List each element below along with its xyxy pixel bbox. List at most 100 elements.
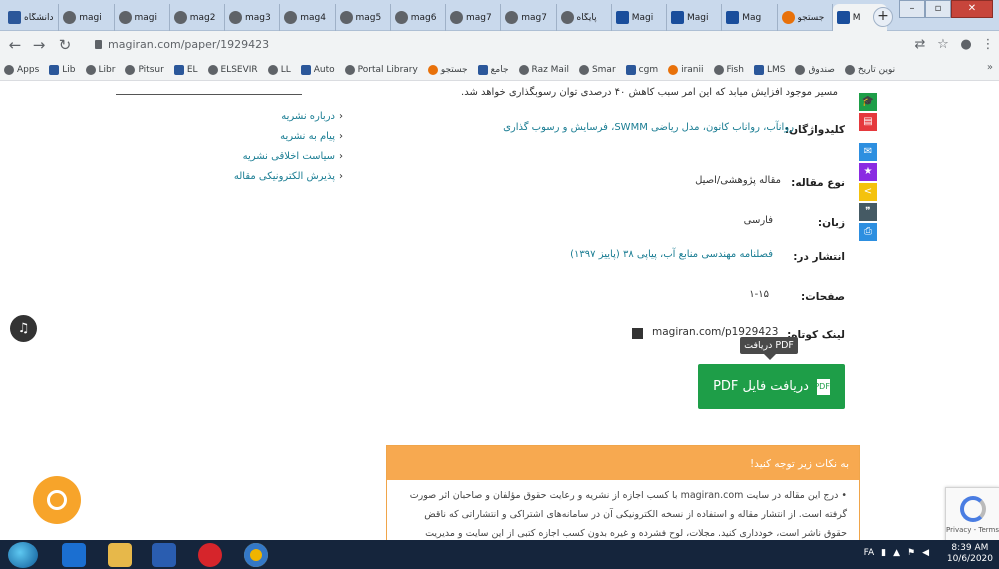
new-tab-button[interactable]: +	[873, 7, 893, 27]
browser-tab[interactable]: mag2	[170, 4, 225, 31]
bookmark-item[interactable]: جستجو	[427, 65, 468, 75]
bookmark-item[interactable]: Smar	[578, 65, 616, 75]
minimize-button[interactable]: –	[899, 0, 925, 18]
maximize-button[interactable]: ▫	[925, 0, 951, 18]
keywords-value[interactable]: روانآب، رواناب کانون، مدل ریاضی SWMM، فر…	[503, 122, 794, 133]
published-in-value[interactable]: فصلنامه مهندسی منابع آب، پیاپی ۳۸ (پاییز…	[570, 249, 773, 260]
recaptcha-text[interactable]: Privacy - Terms	[946, 526, 999, 534]
globe-icon	[560, 11, 574, 24]
print-icon[interactable]: ⎙	[859, 223, 877, 241]
browser-tab[interactable]: جستجو	[778, 4, 833, 31]
browser-tab[interactable]: mag5	[336, 4, 391, 31]
browser-tab[interactable]: پایگاه	[557, 4, 612, 31]
sidebar-link-e-submission[interactable]: ‹ پذیرش الکترونیکی مقاله	[234, 171, 343, 182]
bookmark-item[interactable]: iranii	[668, 65, 704, 75]
back-button[interactable]: ←	[6, 36, 24, 54]
sidebar-link-ethics[interactable]: ‹ سیاست اخلاقی نشریه	[243, 151, 343, 162]
sidebar-link-message-journal[interactable]: ‹ پیام به نشریه	[280, 131, 343, 142]
browser-tab[interactable]: دانشگاه	[4, 4, 60, 31]
tab-title: Magi	[687, 12, 709, 23]
bookmark-item[interactable]: cgm	[625, 65, 658, 75]
sidebar-link-label: پیام به نشریه	[280, 131, 335, 142]
download-pdf-button[interactable]: PDF دریافت فایل PDF	[698, 364, 845, 409]
address-bar[interactable]: magiran.com/paper/1929423	[90, 35, 910, 56]
internet-explorer-icon[interactable]	[62, 543, 86, 567]
share-icon[interactable]: <	[859, 183, 877, 201]
bookmark-item[interactable]: LL	[267, 65, 291, 75]
browser-tab[interactable]: mag4	[280, 4, 336, 31]
close-window-button[interactable]: ✕	[951, 0, 993, 18]
flag-icon[interactable]: ⚑	[907, 548, 915, 558]
browser-tab[interactable]: Magi	[612, 4, 667, 31]
star-icon[interactable]: ★	[859, 163, 877, 181]
browser-tab[interactable]: Magi	[667, 4, 723, 31]
start-button[interactable]	[8, 542, 38, 568]
headphones-icon[interactable]: ♫	[10, 315, 37, 342]
apps-grid-icon	[4, 65, 14, 75]
bookmark-item[interactable]: ELSEVIR	[207, 65, 258, 75]
copy-icon[interactable]	[632, 328, 643, 339]
browser-tab[interactable]: mag7	[446, 4, 502, 31]
chat-widget-button[interactable]	[33, 476, 81, 524]
recaptcha-badge[interactable]: Privacy - Terms	[945, 487, 999, 540]
globe-icon	[505, 11, 519, 24]
bookmark-star-icon[interactable]: ☆	[935, 37, 951, 53]
pdf-tooltip: دریافت PDF	[740, 337, 798, 360]
bookmark-item[interactable]: صندوق	[795, 65, 835, 75]
bookmark-item[interactable]: Libr	[85, 65, 116, 75]
forward-button[interactable]: →	[30, 36, 48, 54]
graduation-cap-icon[interactable]: 🎓	[859, 93, 877, 111]
mail-icon[interactable]: ✉	[859, 143, 877, 161]
tab-title: mag4	[300, 12, 326, 23]
bookmark-item[interactable]: LMS	[753, 65, 785, 75]
bookmark-item[interactable]: Apps	[4, 65, 39, 75]
browser-tab[interactable]: mag6	[391, 4, 446, 31]
bookmark-item[interactable]: Auto	[300, 65, 335, 75]
tab-title: mag6	[410, 12, 437, 23]
bookmark-item[interactable]: Portal Library	[344, 65, 418, 75]
chrome-icon[interactable]	[244, 543, 268, 567]
browser-tab[interactable]: magi	[115, 4, 170, 31]
doc-icon	[615, 11, 629, 24]
browser-tab[interactable]: magi	[59, 4, 115, 31]
tab-title: magi	[134, 12, 158, 23]
article-type-label: نوع مقاله:	[791, 177, 845, 189]
bookmarks-more-button[interactable]: »	[987, 62, 993, 73]
browser-tab[interactable]: mag3	[225, 4, 281, 31]
bookmark-item[interactable]: EL	[173, 65, 198, 75]
pdf-file-icon[interactable]: ▤	[859, 113, 877, 131]
tab-title: magi	[79, 12, 102, 23]
browser-tab[interactable]: mag7	[501, 4, 557, 31]
bookmark-favicon-icon	[844, 65, 855, 75]
clock[interactable]: 8:39 AM 10/6/2020	[947, 543, 993, 565]
bookmark-item[interactable]: نوين تاريخ	[844, 65, 895, 75]
bookmark-favicon-icon	[427, 65, 438, 75]
browser-tab[interactable]: Mag	[722, 4, 778, 31]
quote-icon[interactable]: ❞	[859, 203, 877, 221]
file-explorer-icon[interactable]	[108, 543, 132, 567]
sidebar-link-about-journal[interactable]: ‹ درباره نشریه	[281, 111, 343, 122]
bookmark-favicon-icon	[300, 65, 311, 75]
bookmark-item[interactable]: Lib	[49, 65, 76, 75]
bookmark-item[interactable]: جامع	[477, 65, 509, 75]
network-icon[interactable]: ▮	[881, 548, 886, 558]
bookmark-favicon-icon	[713, 65, 724, 75]
bookmark-item[interactable]: Fish	[713, 65, 744, 75]
bookmark-label: Libr	[98, 65, 116, 75]
menu-icon[interactable]: ⋮	[980, 37, 996, 53]
notice-title: به نکات زیر توجه کنید!	[387, 446, 859, 480]
pages-value: ۱-۱۵	[749, 289, 769, 300]
bookmark-item[interactable]: Raz Mail	[518, 65, 569, 75]
chevron-up-icon[interactable]: ▲	[893, 548, 900, 558]
profile-icon[interactable]: ●	[958, 37, 974, 53]
language-indicator[interactable]: FA	[864, 548, 875, 558]
media-player-icon[interactable]	[152, 543, 176, 567]
globe-icon	[63, 11, 77, 24]
translate-icon[interactable]: ⇄	[912, 37, 928, 53]
reload-button[interactable]: ↻	[56, 36, 74, 54]
volume-icon[interactable]: ◀	[922, 548, 929, 558]
window-controls: – ▫ ✕	[899, 0, 993, 18]
opera-icon[interactable]	[198, 543, 222, 567]
bookmark-item[interactable]: Pitsur	[125, 65, 164, 75]
bookmark-label: iranii	[681, 65, 704, 75]
